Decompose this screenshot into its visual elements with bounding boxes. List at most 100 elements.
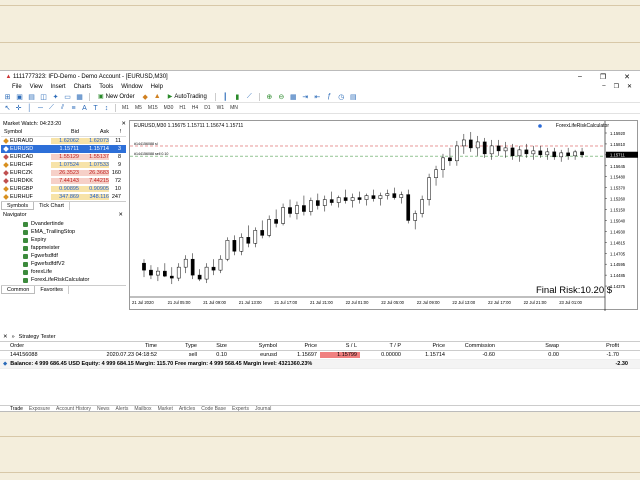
navigator-item[interactable]: EMA_TrailingStop: [1, 228, 126, 236]
candlestick-chart[interactable]: 1.15920 1.15810 1.15711 1.15645 1.15480 1.153…: [130, 121, 639, 311]
navigator-item[interactable]: Expiry: [1, 236, 126, 244]
periods-icon[interactable]: ◷: [337, 93, 346, 101]
col-header[interactable]: Type: [160, 343, 200, 349]
col-header[interactable]: Symbol: [230, 343, 280, 349]
col-header[interactable]: Time: [70, 343, 160, 349]
menu-tools[interactable]: Tools: [99, 84, 113, 90]
fibonacci-icon[interactable]: ≡: [69, 104, 78, 112]
arrows-icon[interactable]: ↕: [102, 104, 111, 112]
col-header[interactable]: Price: [404, 343, 448, 349]
col-spread[interactable]: !: [109, 129, 123, 135]
col-ask[interactable]: Ask: [79, 129, 109, 135]
tab-symbols[interactable]: Symbols: [1, 202, 35, 210]
tab-account-history[interactable]: Account History: [56, 406, 91, 411]
market-watch-row[interactable]: EURCHF 1.07524 1.07533 9: [1, 161, 126, 169]
new-order-button[interactable]: ▣ New Order: [95, 92, 138, 101]
market-watch-row[interactable]: EURAUD 1.62062 1.62073 11: [1, 137, 126, 145]
market-watch-row[interactable]: EURCAD 1.55129 1.55137 8: [1, 153, 126, 161]
metaeditor-icon[interactable]: ◆: [141, 93, 150, 101]
new-chart-icon[interactable]: ⊞: [3, 93, 12, 101]
terminal-icon[interactable]: ▭: [63, 93, 72, 101]
menu-minimize-icon[interactable]: –: [602, 83, 605, 90]
market-watch-icon[interactable]: ▤: [27, 93, 36, 101]
autoscroll-icon[interactable]: ⇥: [301, 93, 310, 101]
market-watch-row[interactable]: EURCZK 26.3523 26.3683 160: [1, 169, 126, 177]
timeframe-d1[interactable]: D1: [202, 105, 212, 111]
col-header[interactable]: Commission: [448, 343, 498, 349]
templates-icon[interactable]: ▤: [349, 93, 358, 101]
menu-close-icon[interactable]: ✕: [627, 83, 632, 90]
timeframe-m1[interactable]: M1: [120, 105, 131, 111]
menu-view[interactable]: View: [30, 84, 43, 90]
tab-market[interactable]: Market: [158, 406, 173, 411]
market-watch-row[interactable]: EURGBP 0.90895 0.90905 10: [1, 185, 126, 193]
profiles-icon[interactable]: ▣: [15, 93, 24, 101]
line-chart-icon[interactable]: ⟋: [245, 93, 254, 101]
menu-charts[interactable]: Charts: [74, 84, 92, 90]
lock-icon[interactable]: ▲: [153, 93, 162, 101]
navigator-item[interactable]: fappmeister: [1, 244, 126, 252]
tab-mailbox[interactable]: Mailbox: [134, 406, 151, 411]
timeframe-w1[interactable]: W1: [215, 105, 227, 111]
navigator-item[interactable]: forexLife: [1, 268, 126, 276]
col-header[interactable]: Order: [0, 343, 70, 349]
zoom-in-icon[interactable]: ⊕: [265, 93, 274, 101]
market-watch-row[interactable]: EURUSD 1.15711 1.15714 3: [1, 145, 126, 153]
col-header[interactable]: Price: [280, 343, 320, 349]
tab-common[interactable]: Common: [1, 286, 36, 294]
col-header[interactable]: T / P: [360, 343, 404, 349]
close-icon[interactable]: ✕: [121, 121, 126, 127]
text-icon[interactable]: A: [80, 104, 89, 112]
timeframe-h1[interactable]: H1: [177, 105, 187, 111]
chart-shift-icon[interactable]: ⇤: [313, 93, 322, 101]
timeframe-m5[interactable]: M5: [133, 105, 144, 111]
menu-file[interactable]: File: [12, 84, 22, 90]
chart-window[interactable]: EURUSD,M30 1.15675 1.15711 1.15674 1.157…: [129, 120, 639, 311]
tab-alerts[interactable]: Alerts: [116, 406, 129, 411]
tab-news[interactable]: News: [97, 406, 110, 411]
tab-exposure[interactable]: Exposure: [29, 406, 50, 411]
col-header[interactable]: S / L: [320, 343, 360, 349]
navigator-item[interactable]: Dvandertinde: [1, 220, 126, 228]
close-icon[interactable]: ✕: [118, 212, 123, 220]
navigator-item[interactable]: FgwefsdfdfV2: [1, 260, 126, 268]
tab-code-base[interactable]: Code Base: [201, 406, 226, 411]
menu-window[interactable]: Window: [121, 84, 142, 90]
timeframe-m30[interactable]: M30: [162, 105, 176, 111]
menu-help[interactable]: Help: [151, 84, 163, 90]
minimize-icon[interactable]: –: [578, 73, 582, 81]
strategy-tester-icon[interactable]: ▦: [75, 93, 84, 101]
data-window-icon[interactable]: ◫: [39, 93, 48, 101]
navigator-item[interactable]: ForexLifeRiskCalculator: [1, 276, 126, 284]
timeframe-h4[interactable]: H4: [190, 105, 200, 111]
channel-icon[interactable]: ⫽: [58, 104, 67, 112]
tab-favorites[interactable]: Favorites: [35, 286, 69, 294]
navigator-icon[interactable]: ✦: [51, 93, 60, 101]
col-bid[interactable]: Bid: [51, 129, 79, 135]
menu-restore-icon[interactable]: ❐: [614, 83, 619, 90]
col-header[interactable]: Size: [200, 343, 230, 349]
navigator-item[interactable]: Fgwefsdfdf: [1, 252, 126, 260]
market-watch-row[interactable]: EURHUF 347.869 348.116 247: [1, 193, 126, 201]
table-row[interactable]: 144156088 2020.07.23 04:18:52 sell 0.10 euru…: [0, 351, 640, 360]
close-icon[interactable]: ✕: [3, 334, 8, 340]
bar-chart-icon[interactable]: ┃: [221, 93, 230, 101]
close-icon[interactable]: ✕: [624, 73, 630, 81]
maximize-icon[interactable]: ❐: [600, 73, 606, 81]
timeframe-m15[interactable]: M15: [146, 105, 160, 111]
timeframe-mn[interactable]: MN: [228, 105, 240, 111]
col-header[interactable]: Profit: [562, 343, 622, 349]
zoom-out-icon[interactable]: ⊖: [277, 93, 286, 101]
tab-journal[interactable]: Journal: [255, 406, 271, 411]
menu-insert[interactable]: Insert: [51, 84, 66, 90]
panel-toggle-icon[interactable]: »: [12, 334, 15, 340]
tile-icon[interactable]: ▦: [289, 93, 298, 101]
label-icon[interactable]: T: [91, 104, 100, 112]
indicators-icon[interactable]: ƒ: [325, 93, 334, 101]
market-watch-row[interactable]: EURDKK 7.44143 7.44215 72: [1, 177, 126, 185]
tab-experts[interactable]: Experts: [232, 406, 249, 411]
tab-trade[interactable]: Trade: [10, 406, 23, 411]
autotrading-button[interactable]: ▶ AutoTrading: [165, 92, 210, 101]
crosshair-icon[interactable]: ✛: [14, 104, 23, 112]
tab-articles[interactable]: Articles: [179, 406, 195, 411]
